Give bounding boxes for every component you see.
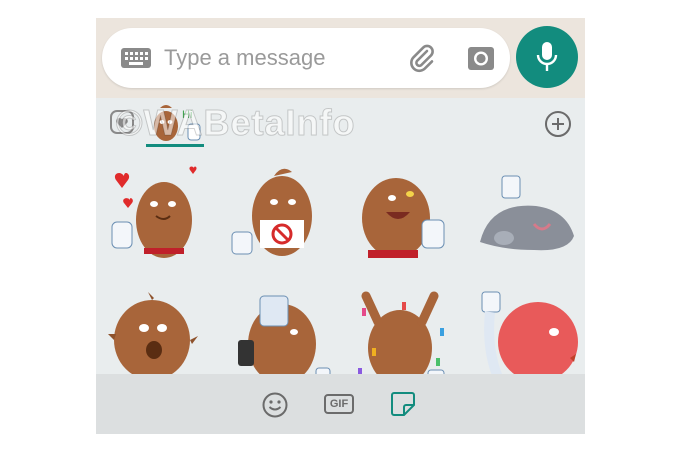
camera-icon[interactable]	[466, 43, 496, 73]
sticker-item[interactable]	[474, 162, 578, 266]
watermark: ©WABetaInfo	[116, 102, 356, 144]
gif-tab-button[interactable]: GIF	[324, 394, 354, 414]
active-pack-indicator	[146, 144, 204, 147]
mic-button[interactable]	[516, 26, 578, 88]
sticker-item[interactable]	[352, 162, 456, 266]
sticker-tab-icon[interactable]	[390, 391, 416, 417]
keyboard-icon[interactable]	[120, 47, 152, 69]
sticker-item[interactable]	[230, 162, 334, 266]
message-input[interactable]	[164, 42, 384, 74]
keyboard-tab-bar: GIF	[96, 374, 585, 434]
sticker-item[interactable]	[104, 162, 208, 266]
whatsapp-screen: Hi ©WABetaInfo	[96, 18, 585, 434]
add-sticker-pack-icon[interactable]	[544, 110, 572, 138]
attach-icon[interactable]	[406, 42, 438, 74]
mic-icon	[536, 42, 558, 71]
emoji-tab-icon[interactable]	[262, 392, 288, 418]
compose-bar[interactable]	[102, 28, 510, 88]
